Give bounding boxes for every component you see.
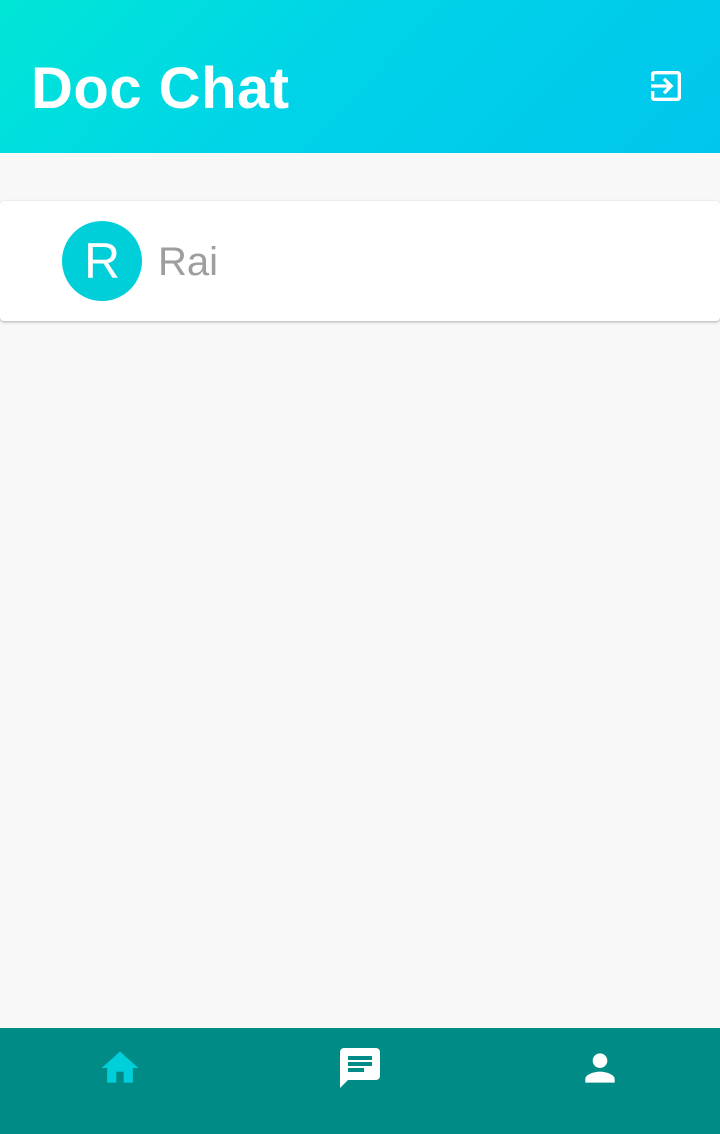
avatar-initial: R — [83, 233, 121, 289]
home-icon — [98, 1046, 142, 1090]
exit-to-app-icon — [646, 66, 686, 111]
logout-button[interactable] — [636, 58, 696, 118]
person-icon — [578, 1046, 622, 1090]
chat-icon — [336, 1044, 384, 1092]
contact-name: Rai — [158, 240, 219, 284]
nav-item-profile[interactable] — [480, 1028, 720, 1108]
app-title: Doc Chat — [31, 56, 290, 121]
nav-item-home[interactable] — [0, 1028, 240, 1108]
bottom-navigation — [0, 1028, 720, 1134]
app-bar: Doc Chat — [0, 0, 720, 153]
nav-item-chats[interactable] — [240, 1028, 480, 1108]
avatar: R — [62, 221, 142, 301]
chat-list-item[interactable]: R Rai — [0, 201, 720, 321]
chat-list: R Rai — [0, 153, 720, 1028]
